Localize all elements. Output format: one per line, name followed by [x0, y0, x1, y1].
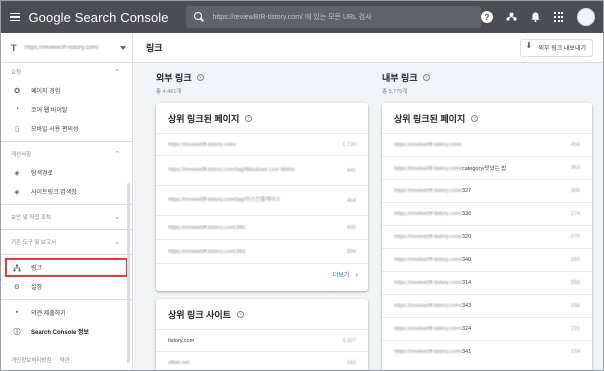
chevron-up-icon: ⌃ [114, 69, 120, 76]
sidebar-item-feedback[interactable]: ▪ 의견 제출하기 [1, 303, 132, 322]
app-window: Google Search Console https://reviewBIR-… [0, 0, 604, 371]
export-external-links-button[interactable]: 외부 링크 내보내기 [519, 38, 593, 57]
account-avatar[interactable] [577, 8, 595, 26]
property-icon: T [11, 42, 17, 53]
chevron-right-icon: › [355, 270, 358, 279]
table-row[interactable]: https://review0ff-tistory.com/340 266 [382, 248, 592, 271]
help-icon[interactable]: ? [481, 11, 493, 23]
speed-icon: ◔ [14, 106, 20, 113]
url-inspect-search[interactable]: https://reviewBIR-tistory.com/ 에 있는 모든 U… [186, 6, 481, 28]
external-links-total: 총 4,461개 [156, 89, 182, 95]
gauge-icon: ✪ [14, 87, 20, 95]
diamond-icon: ◈ [14, 188, 20, 196]
top-bar: Google Search Console https://reviewBIR-… [1, 1, 603, 33]
terms-link[interactable]: 약관 [59, 356, 69, 364]
card-title: 상위 링크된 페이지 [394, 113, 466, 124]
section-security[interactable]: 보안 및 직접 조치 ⌄ [1, 208, 132, 226]
feedback-icon: ▪ [15, 309, 19, 316]
help-circle-icon[interactable]: ? [471, 114, 479, 122]
table-row[interactable]: https://review0ff-tistory.com/336 274 [382, 202, 592, 225]
table-row[interactable]: https://review0ff-tistory.com/tag/키스킨플레이… [156, 185, 368, 215]
links-icon [13, 264, 21, 272]
phone-icon: ▯ [15, 125, 19, 133]
chevron-down-icon [120, 45, 126, 50]
table-row[interactable]: https://review0ff-tistory.com/340 430 [156, 215, 368, 239]
external-links-title: 외부 링크 [156, 73, 192, 83]
app-brand[interactable]: Google Search Console [28, 10, 168, 25]
sidebar-item-breadcrumbs[interactable]: ◈ 탐색경로 [1, 163, 132, 182]
table-row[interactable]: https://review0ff-tistory.com/category/맛… [382, 156, 592, 179]
help-circle-icon[interactable]: ? [245, 114, 253, 122]
help-circle-icon[interactable]: ? [236, 310, 244, 318]
property-selector[interactable]: T https://review0ff-tistory.com/ [1, 33, 132, 63]
search-placeholder: https://reviewBIR-tistory.com/ 에 있는 모든 U… [212, 14, 372, 21]
section-legacy-tools[interactable]: 기존 도구 및 보고서 ⌄ [1, 233, 132, 251]
internal-links-total: 총 5,775개 [382, 89, 408, 95]
page-header: 링크 외부 링크 내보내기 [134, 33, 603, 63]
apps-grid-icon[interactable] [553, 11, 565, 23]
card-title: 상위 링크 사이트 [168, 309, 231, 320]
help-circle-icon[interactable]: ? [422, 74, 430, 81]
users-icon[interactable] [505, 11, 517, 23]
info-icon: ⓘ [13, 328, 21, 336]
sidebar-item-core-web-vitals[interactable]: ◔ 코어 웹 바이탈 [1, 100, 132, 119]
menu-icon[interactable] [1, 1, 28, 33]
page-title: 링크 [146, 43, 163, 53]
internal-links-title: 내부 링크 [382, 73, 418, 83]
table-row[interactable]: https://review0ff-tistory.com/ 456 [382, 133, 592, 156]
sidebar-item-settings[interactable]: ⚙ 설정 [1, 277, 132, 296]
table-row[interactable]: https://review0ff-tistory.com/327 306 [382, 179, 592, 202]
search-icon [194, 12, 204, 22]
table-row[interactable]: https://review0ff-tistory.com/343 394 [156, 239, 368, 263]
internal-links-column: 내부 링크 ? 총 5,775개 [382, 71, 592, 95]
section-experience[interactable]: 요청 ⌃ [1, 63, 132, 81]
sidebar-item-page-experience[interactable]: ✪ 페이지 경험 [1, 81, 132, 100]
sidebar-item-about[interactable]: ⓘ Search Console 정보 [1, 322, 132, 341]
gear-icon: ⚙ [13, 283, 21, 291]
table-row[interactable]: https://review0ff-tistory.com/343 256 [382, 294, 592, 317]
table-row[interactable]: https://review0ff-tistory.com/324 231 [382, 317, 592, 340]
sidebar-item-links[interactable]: 링크 [5, 258, 128, 277]
external-top-pages-card: 상위 링크된 페이지 ? https://review0ff-tistory.c… [156, 103, 368, 291]
external-links-column: 외부 링크 ? 총 4,461개 [156, 71, 368, 95]
more-link[interactable]: 더보기 › [156, 263, 368, 285]
sidebar-item-mobile-usability[interactable]: ▯ 모바일 사용 편의성 [1, 119, 132, 138]
table-row[interactable]: https://review0ff-tistory.com/341 224 [382, 340, 592, 363]
table-row[interactable]: https://review0ff-tistory.com/tag/Window… [156, 155, 368, 185]
table-row[interactable]: https://review0ff-tistory.com/314 258 [382, 271, 592, 294]
sidebar: T https://review0ff-tistory.com/ 요청 ⌃ ✪ … [1, 33, 133, 370]
privacy-link[interactable]: 개인정보처리방침 [11, 356, 51, 364]
chevron-down-icon: ⌄ [114, 239, 120, 246]
table-row[interactable]: https://review0ff-tistory.com/320 270 [382, 225, 592, 248]
sidebar-scrollbar[interactable] [127, 183, 130, 363]
table-row[interactable]: https://review0ff-tistory.com/ 1,730 [156, 133, 368, 155]
chevron-down-icon: ⌄ [114, 214, 120, 221]
external-top-sites-card: 상위 링크 사이트 ? tistory.com 4,007 other.net … [156, 299, 368, 370]
sidebar-item-sitelinks-searchbox[interactable]: ◈ 사이트링크 검색창 [1, 182, 132, 201]
table-row[interactable]: tistory.com 4,007 [156, 329, 368, 351]
property-url: https://review0ff-tistory.com/ [24, 44, 99, 51]
diamond-icon: ◈ [14, 169, 20, 177]
section-enhancements[interactable]: 개선사항 ⌃ [1, 145, 132, 163]
table-row[interactable]: other.net 182 [156, 351, 368, 370]
chevron-up-icon: ⌃ [114, 151, 120, 158]
download-icon [526, 41, 534, 52]
notifications-bell-icon[interactable] [529, 11, 541, 23]
help-circle-icon[interactable]: ? [196, 74, 204, 81]
card-title: 상위 링크된 페이지 [168, 113, 240, 124]
internal-top-pages-card: 상위 링크된 페이지 ? https://review0ff-tistory.c… [382, 103, 592, 370]
main-content: 링크 외부 링크 내보내기 외부 링크 ? 총 4,461개 상위 링크된 페이… [134, 33, 603, 370]
